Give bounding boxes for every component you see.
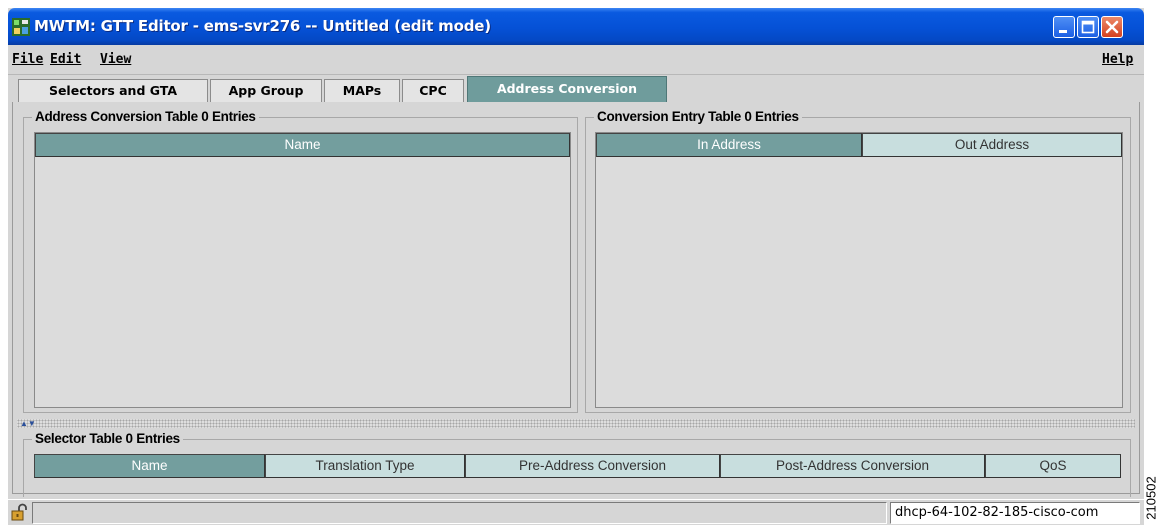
menu-file-label: File	[12, 52, 44, 67]
status-message-field	[32, 502, 887, 524]
minimize-icon	[1059, 30, 1067, 33]
conversion-entry-table[interactable]: In Address Out Address	[595, 132, 1123, 408]
menu-file[interactable]: File	[12, 52, 43, 67]
status-hostname: dhcp-64-102-82-185-cisco-com	[890, 502, 1140, 524]
column-header-out-address[interactable]: Out Address	[862, 133, 1122, 157]
close-icon	[1105, 20, 1119, 34]
maximize-icon	[1081, 20, 1095, 34]
tab-address-conversion[interactable]: Address Conversion	[467, 76, 667, 103]
conversion-entry-table-group: Conversion Entry Table 0 Entries In Addr…	[585, 109, 1131, 413]
window-title: MWTM: GTT Editor - ems-svr276 -- Untitle…	[34, 17, 491, 35]
tab-cpc[interactable]: CPC	[402, 79, 464, 103]
column-header-pre-address-conversion[interactable]: Pre-Address Conversion	[465, 454, 720, 478]
table-header: Name Translation Type Pre-Address Conver…	[34, 454, 1121, 478]
conversion-entry-table-title: Conversion Entry Table 0 Entries	[594, 109, 802, 124]
table-header: In Address Out Address	[596, 133, 1122, 157]
menu-help[interactable]: Help	[1102, 52, 1133, 67]
tab-app-group[interactable]: App Group	[210, 79, 322, 103]
column-header-translation-type[interactable]: Translation Type	[265, 454, 465, 478]
tab-strip: Selectors and GTA App Group MAPs CPC Add…	[8, 76, 1144, 103]
menu-edit-label: Edit	[50, 52, 82, 67]
splitter-arrows-icon[interactable]: ▲▼	[20, 419, 36, 428]
address-conversion-table-title: Address Conversion Table 0 Entries	[32, 109, 259, 124]
selector-table-group: Selector Table 0 Entries Name Translatio…	[23, 431, 1131, 497]
menu-bar: File Edit View Help	[8, 45, 1144, 75]
app-icon	[12, 18, 30, 36]
tab-maps[interactable]: MAPs	[324, 79, 400, 103]
minimize-button[interactable]	[1053, 16, 1075, 38]
menu-view[interactable]: View	[100, 52, 131, 67]
menu-view-label: View	[100, 52, 132, 67]
column-header-in-address[interactable]: In Address	[596, 133, 862, 157]
column-header-name[interactable]: Name	[34, 454, 265, 478]
menu-help-label: Help	[1102, 52, 1134, 67]
column-header-name[interactable]: Name	[35, 133, 570, 157]
maximize-button[interactable]	[1077, 16, 1099, 38]
figure-id: 210502	[1143, 475, 1159, 520]
status-bar: dhcp-64-102-82-185-cisco-com	[8, 499, 1144, 525]
title-bar[interactable]: MWTM: GTT Editor - ems-svr276 -- Untitle…	[8, 8, 1144, 45]
menu-edit[interactable]: Edit	[50, 52, 81, 67]
address-conversion-table[interactable]: Name	[34, 132, 571, 408]
column-header-post-address-conversion[interactable]: Post-Address Conversion	[720, 454, 985, 478]
selector-table[interactable]: Name Translation Type Pre-Address Conver…	[34, 454, 1121, 492]
address-conversion-table-group: Address Conversion Table 0 Entries Name	[23, 109, 578, 413]
lock-icon[interactable]	[10, 502, 30, 522]
tab-selectors-and-gta[interactable]: Selectors and GTA	[18, 79, 208, 103]
column-header-qos[interactable]: QoS	[985, 454, 1121, 478]
close-button[interactable]	[1101, 16, 1123, 38]
tab-content-panel: Address Conversion Table 0 Entries Name …	[12, 102, 1140, 497]
application-window: MWTM: GTT Editor - ems-svr276 -- Untitle…	[8, 8, 1144, 525]
table-header: Name	[35, 133, 570, 157]
split-pane-divider[interactable]: ▲▼	[17, 419, 1135, 428]
selector-table-title: Selector Table 0 Entries	[32, 431, 183, 446]
